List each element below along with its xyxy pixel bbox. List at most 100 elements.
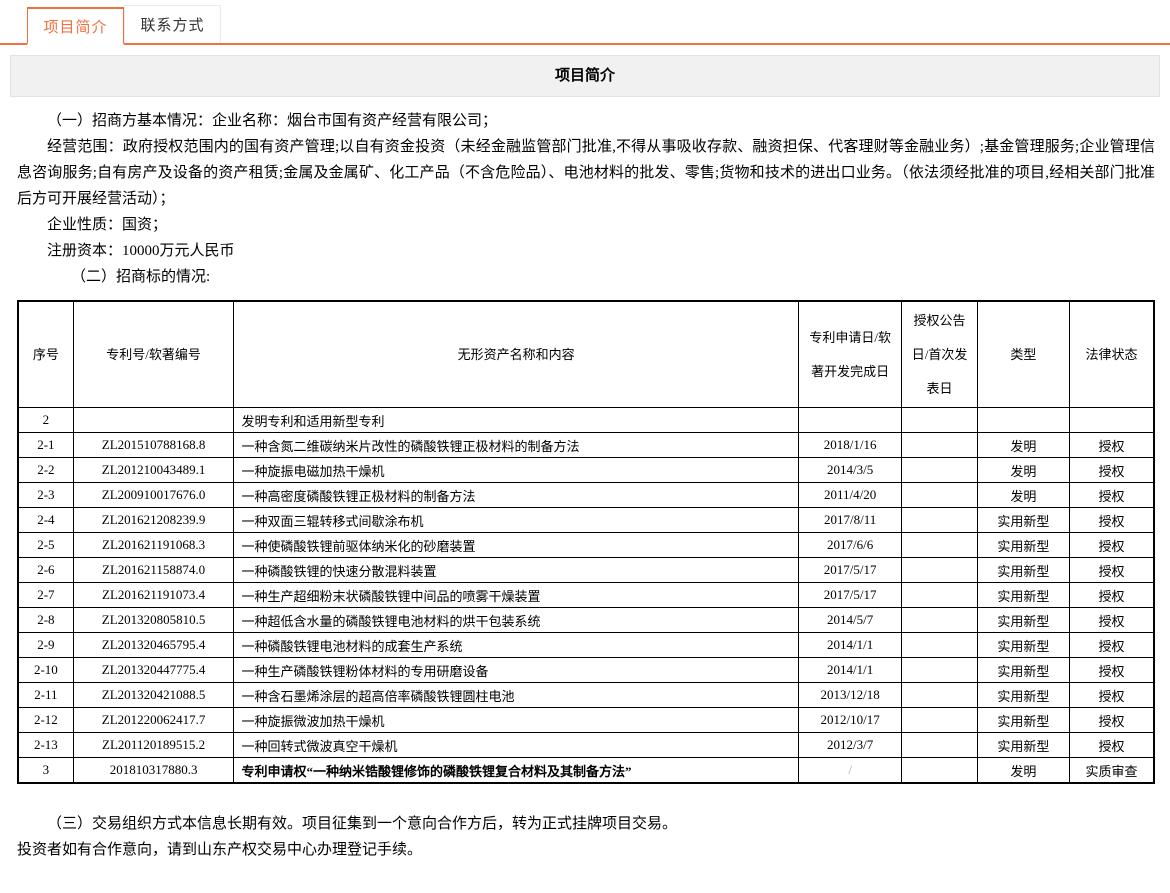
- table-cell-no: 2: [18, 408, 73, 433]
- table-row: 2-3ZL200910017676.0一种高密度磷酸铁锂正极材料的制备方法201…: [18, 483, 1154, 508]
- table-cell-publish-date: [902, 558, 977, 583]
- table-row: 2-7ZL201621191073.4一种生产超细粉末状磷酸铁锂中间品的喷雾干燥…: [18, 583, 1154, 608]
- table-cell-patent-no: ZL201621191073.4: [73, 583, 234, 608]
- paragraph: 企业性质：国资；: [17, 212, 1155, 238]
- table-cell-type: 发明: [977, 433, 1069, 458]
- table-cell-type: 发明: [977, 458, 1069, 483]
- table-cell-no: 2-7: [18, 583, 73, 608]
- table-cell-status: 授权: [1070, 608, 1154, 633]
- table-cell-status: 授权: [1070, 658, 1154, 683]
- table-cell-no: 2-13: [18, 733, 73, 758]
- paragraph: 注册资本：10000万元人民币: [17, 238, 1155, 264]
- table-row: 2-13ZL201120189515.2一种回转式微波真空干燥机2012/3/7…: [18, 733, 1154, 758]
- table-cell-apply-date: 2017/5/17: [798, 558, 901, 583]
- table-cell-apply-date: 2017/6/6: [798, 533, 901, 558]
- patent-table-head: 序号专利号/软著编号无形资产名称和内容专利申请日/软著开发完成日授权公告日/首次…: [18, 301, 1154, 408]
- tab-bar: 项目简介 联系方式: [0, 5, 1170, 45]
- table-cell-publish-date: [902, 408, 977, 433]
- table-cell-patent-no: ZL201320465795.4: [73, 633, 234, 658]
- table-header-cell: 无形资产名称和内容: [234, 301, 798, 408]
- table-header-cell: 专利申请日/软著开发完成日: [798, 301, 901, 408]
- table-cell-apply-date: 2014/5/7: [798, 608, 901, 633]
- table-cell-publish-date: [902, 433, 977, 458]
- table-cell-no: 2-9: [18, 633, 73, 658]
- table-cell-no: 2-11: [18, 683, 73, 708]
- table-cell-no: 2-4: [18, 508, 73, 533]
- table-cell-status: 授权: [1070, 433, 1154, 458]
- table-cell-publish-date: [902, 533, 977, 558]
- table-cell-name: 一种磷酸铁锂的快速分散混料装置: [234, 558, 798, 583]
- table-cell-type: 发明: [977, 483, 1069, 508]
- table-cell-patent-no: 201810317880.3: [73, 758, 234, 783]
- table-cell-no: 2-8: [18, 608, 73, 633]
- table-cell-name: 发明专利和适用新型专利: [234, 408, 798, 433]
- table-row: 2-11ZL201320421088.5一种含石墨烯涂层的超高倍率磷酸铁锂圆柱电…: [18, 683, 1154, 708]
- table-cell-publish-date: [902, 483, 977, 508]
- table-cell-status: 授权: [1070, 633, 1154, 658]
- table-cell-apply-date: /: [798, 758, 901, 783]
- table-cell-apply-date: 2014/3/5: [798, 458, 901, 483]
- table-cell-status: 授权: [1070, 583, 1154, 608]
- table-row: 2-1ZL201510788168.8一种含氮二维碳纳米片改性的磷酸铁锂正极材料…: [18, 433, 1154, 458]
- table-cell-no: 2-12: [18, 708, 73, 733]
- table-cell-no: 2-6: [18, 558, 73, 583]
- table-cell-apply-date: 2011/4/20: [798, 483, 901, 508]
- table-cell-type: 实用新型: [977, 708, 1069, 733]
- table-cell-publish-date: [902, 583, 977, 608]
- table-cell-name: 一种含石墨烯涂层的超高倍率磷酸铁锂圆柱电池: [234, 683, 798, 708]
- paragraph: （二）招商标的情况:: [17, 264, 1155, 290]
- page: 项目简介 联系方式 项目简介 （一）招商方基本情况：企业名称：烟台市国有资产经营…: [0, 5, 1170, 893]
- table-header-cell: 专利号/软著编号: [73, 301, 234, 408]
- footer-paragraphs: （三）交易组织方式本信息长期有效。项目征集到一个意向合作方后，转为正式挂牌项目交…: [17, 811, 1155, 863]
- table-cell-status: 授权: [1070, 508, 1154, 533]
- table-cell-apply-date: 2017/8/11: [798, 508, 901, 533]
- table-row: 2-6ZL201621158874.0一种磷酸铁锂的快速分散混料装置2017/5…: [18, 558, 1154, 583]
- section-title: 项目简介: [555, 68, 615, 84]
- tab-contact-info[interactable]: 联系方式: [124, 5, 221, 43]
- section-header: 项目简介: [10, 55, 1160, 97]
- table-cell-name: 一种高密度磷酸铁锂正极材料的制备方法: [234, 483, 798, 508]
- paragraph: 投资者如有合作意向，请到山东产权交易中心办理登记手续。: [17, 837, 1155, 863]
- table-cell-status: 授权: [1070, 483, 1154, 508]
- table-cell-type: 实用新型: [977, 633, 1069, 658]
- table-cell-patent-no: ZL201510788168.8: [73, 433, 234, 458]
- table-cell-apply-date: 2013/12/18: [798, 683, 901, 708]
- table-cell-publish-date: [902, 458, 977, 483]
- table-cell-patent-no: [73, 408, 234, 433]
- table-cell-type: 实用新型: [977, 508, 1069, 533]
- table-cell-publish-date: [902, 608, 977, 633]
- table-cell-type: 发明: [977, 758, 1069, 783]
- table-cell-type: 实用新型: [977, 733, 1069, 758]
- table-cell-name: 一种旋振微波加热干燥机: [234, 708, 798, 733]
- table-cell-no: 2-10: [18, 658, 73, 683]
- table-cell-patent-no: ZL201210043489.1: [73, 458, 234, 483]
- content-area: （一）招商方基本情况：企业名称：烟台市国有资产经营有限公司；经营范围：政府授权范…: [0, 97, 1170, 893]
- table-cell-no: 3: [18, 758, 73, 783]
- table-cell-name: 一种超低含水量的磷酸铁锂电池材料的烘干包装系统: [234, 608, 798, 633]
- table-row: 2-5ZL201621191068.3一种使磷酸铁锂前驱体纳米化的砂磨装置201…: [18, 533, 1154, 558]
- table-cell-publish-date: [902, 658, 977, 683]
- table-cell-status: 授权: [1070, 558, 1154, 583]
- table-cell-name: 一种生产磷酸铁锂粉体材料的专用研磨设备: [234, 658, 798, 683]
- table-cell-patent-no: ZL201320447775.4: [73, 658, 234, 683]
- table-cell-publish-date: [902, 758, 977, 783]
- table-cell-name: 一种双面三辊转移式间歇涂布机: [234, 508, 798, 533]
- table-cell-patent-no: ZL201621191068.3: [73, 533, 234, 558]
- table-row: 2-8ZL201320805810.5一种超低含水量的磷酸铁锂电池材料的烘干包装…: [18, 608, 1154, 633]
- paragraph: 经营范围：政府授权范围内的国有资产管理;以自有资金投资（未经金融监管部门批准,不…: [17, 134, 1155, 212]
- table-cell-name: 一种回转式微波真空干燥机: [234, 733, 798, 758]
- tab-project-intro[interactable]: 项目简介: [27, 7, 124, 45]
- table-cell-type: 实用新型: [977, 608, 1069, 633]
- table-row: 2-12ZL201220062417.7一种旋振微波加热干燥机2012/10/1…: [18, 708, 1154, 733]
- intro-paragraphs: （一）招商方基本情况：企业名称：烟台市国有资产经营有限公司；经营范围：政府授权范…: [17, 108, 1155, 290]
- table-row: 2-4ZL201621208239.9一种双面三辊转移式间歇涂布机2017/8/…: [18, 508, 1154, 533]
- table-cell-status: 实质审查: [1070, 758, 1154, 783]
- table-cell-apply-date: [798, 408, 901, 433]
- table-cell-apply-date: 2018/1/16: [798, 433, 901, 458]
- paragraph: （三）交易组织方式本信息长期有效。项目征集到一个意向合作方后，转为正式挂牌项目交…: [17, 811, 1155, 837]
- table-row: 2-9ZL201320465795.4一种磷酸铁锂电池材料的成套生产系统2014…: [18, 633, 1154, 658]
- table-cell-patent-no: ZL201320421088.5: [73, 683, 234, 708]
- table-row: 2 发明专利和适用新型专利: [18, 408, 1154, 433]
- table-header-cell: 序号: [18, 301, 73, 408]
- table-cell-apply-date: 2012/3/7: [798, 733, 901, 758]
